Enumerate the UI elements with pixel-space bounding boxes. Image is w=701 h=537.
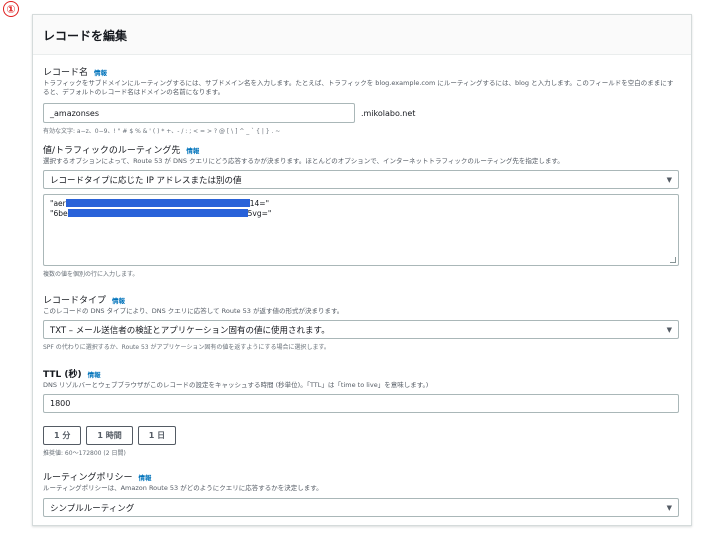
record-name-valid-chars: 有効な文字: a−z、0−9、! " # $ % & ' ( ) * +、- /… — [43, 128, 281, 135]
record-type-description: このレコードの DNS タイプにより、DNS クエリに応答して Route 53… — [43, 307, 344, 315]
record-type-label: レコードタイプ — [43, 296, 107, 306]
redaction-bar — [67, 209, 248, 217]
value-section: 値/トラフィックのルーティング先 情報 選択するオプションによって、Route … — [43, 143, 679, 278]
routing-policy-label: ルーティングポリシー — [43, 473, 133, 483]
value-line-2: "6be 5vg=" — [50, 208, 672, 218]
value-line-1-prefix: "aer — [50, 198, 66, 208]
routing-policy-select[interactable]: シンプルルーティング ▼ — [43, 498, 679, 517]
value-line-2-suffix: 5vg=" — [247, 208, 272, 218]
record-type-section: レコードタイプ 情報 このレコードの DNS タイプにより、DNS クエリに応答… — [43, 293, 679, 351]
ttl-hint: 推奨値: 60〜172800 (2 日間) — [43, 450, 126, 457]
record-type-select[interactable]: TXT – メール送信者の検証とアプリケーション固有の値に使用されます。 ▼ — [43, 320, 679, 339]
redaction-bar — [65, 199, 250, 207]
routing-policy-info-link[interactable]: 情報 — [138, 472, 151, 482]
record-type-hint: SPF の代わりに選択するか、Route 53 がアプリケーション固有の値を返す… — [43, 344, 330, 351]
value-hint: 複数の値を個別の行に入力します。 — [43, 271, 139, 278]
record-name-info-link[interactable]: 情報 — [94, 67, 107, 77]
ttl-section: TTL (秒) 情報 DNS リゾルバーとウェブブラウザがこのレコードの設定をキ… — [43, 367, 679, 457]
record-name-description: トラフィックをサブドメインにルーティングするには、サブドメイン名を入力します。た… — [43, 79, 674, 96]
ttl-preset-buttons: 1 分 1 時間 1 日 — [43, 426, 679, 445]
step-number-badge: ① — [3, 1, 19, 17]
value-line-1-suffix: 14=" — [249, 198, 270, 208]
ttl-description: DNS リゾルバーとウェブブラウザがこのレコードの設定をキャッシュする時間 (秒… — [43, 381, 429, 389]
chevron-down-icon: ▼ — [666, 325, 672, 334]
ttl-1-hour-button[interactable]: 1 時間 — [86, 426, 133, 445]
edit-record-panel: レコードを編集 レコード名 情報 トラフィックをサブドメインにルーティングするに… — [32, 14, 692, 526]
value-type-selected: レコードタイプに応じた IP アドレスまたは別の値 — [50, 175, 242, 186]
ttl-label: TTL (秒) — [43, 370, 82, 380]
routing-policy-description: ルーティングポリシーは、Amazon Route 53 がどのようにクエリに応答… — [43, 484, 323, 492]
record-name-label: レコード名 — [43, 68, 89, 78]
domain-suffix: .mikolabo.net — [361, 108, 416, 118]
routing-policy-section: ルーティングポリシー 情報 ルーティングポリシーは、Amazon Route 5… — [43, 470, 679, 517]
value-description: 選択するオプションによって、Route 53 が DNS クエリにどう応答するか… — [43, 157, 564, 165]
panel-title: レコードを編集 — [33, 15, 691, 55]
ttl-input[interactable]: 1800 — [43, 394, 679, 413]
resize-handle-icon[interactable] — [670, 257, 676, 263]
record-value-textarea[interactable]: "aer 14=" "6be 5vg=" — [43, 194, 679, 266]
routing-policy-selected: シンプルルーティング — [50, 503, 135, 514]
chevron-down-icon: ▼ — [666, 175, 672, 184]
ttl-info-link[interactable]: 情報 — [88, 369, 101, 379]
value-line-1: "aer 14=" — [50, 198, 672, 208]
value-type-select[interactable]: レコードタイプに応じた IP アドレスまたは別の値 ▼ — [43, 170, 679, 189]
chevron-down-icon: ▼ — [666, 503, 672, 512]
record-type-selected: TXT – メール送信者の検証とアプリケーション固有の値に使用されます。 — [50, 325, 330, 336]
record-name-input[interactable]: _amazonses — [43, 103, 355, 123]
record-type-info-link[interactable]: 情報 — [112, 295, 125, 305]
value-info-link[interactable]: 情報 — [186, 145, 199, 155]
record-name-section: レコード名 情報 トラフィックをサブドメインにルーティングするには、サブドメイン… — [43, 65, 679, 135]
value-label: 値/トラフィックのルーティング先 — [43, 146, 181, 156]
ttl-1-minute-button[interactable]: 1 分 — [43, 426, 82, 445]
ttl-1-day-button[interactable]: 1 日 — [137, 426, 177, 445]
value-line-2-prefix: "6be — [50, 208, 68, 218]
